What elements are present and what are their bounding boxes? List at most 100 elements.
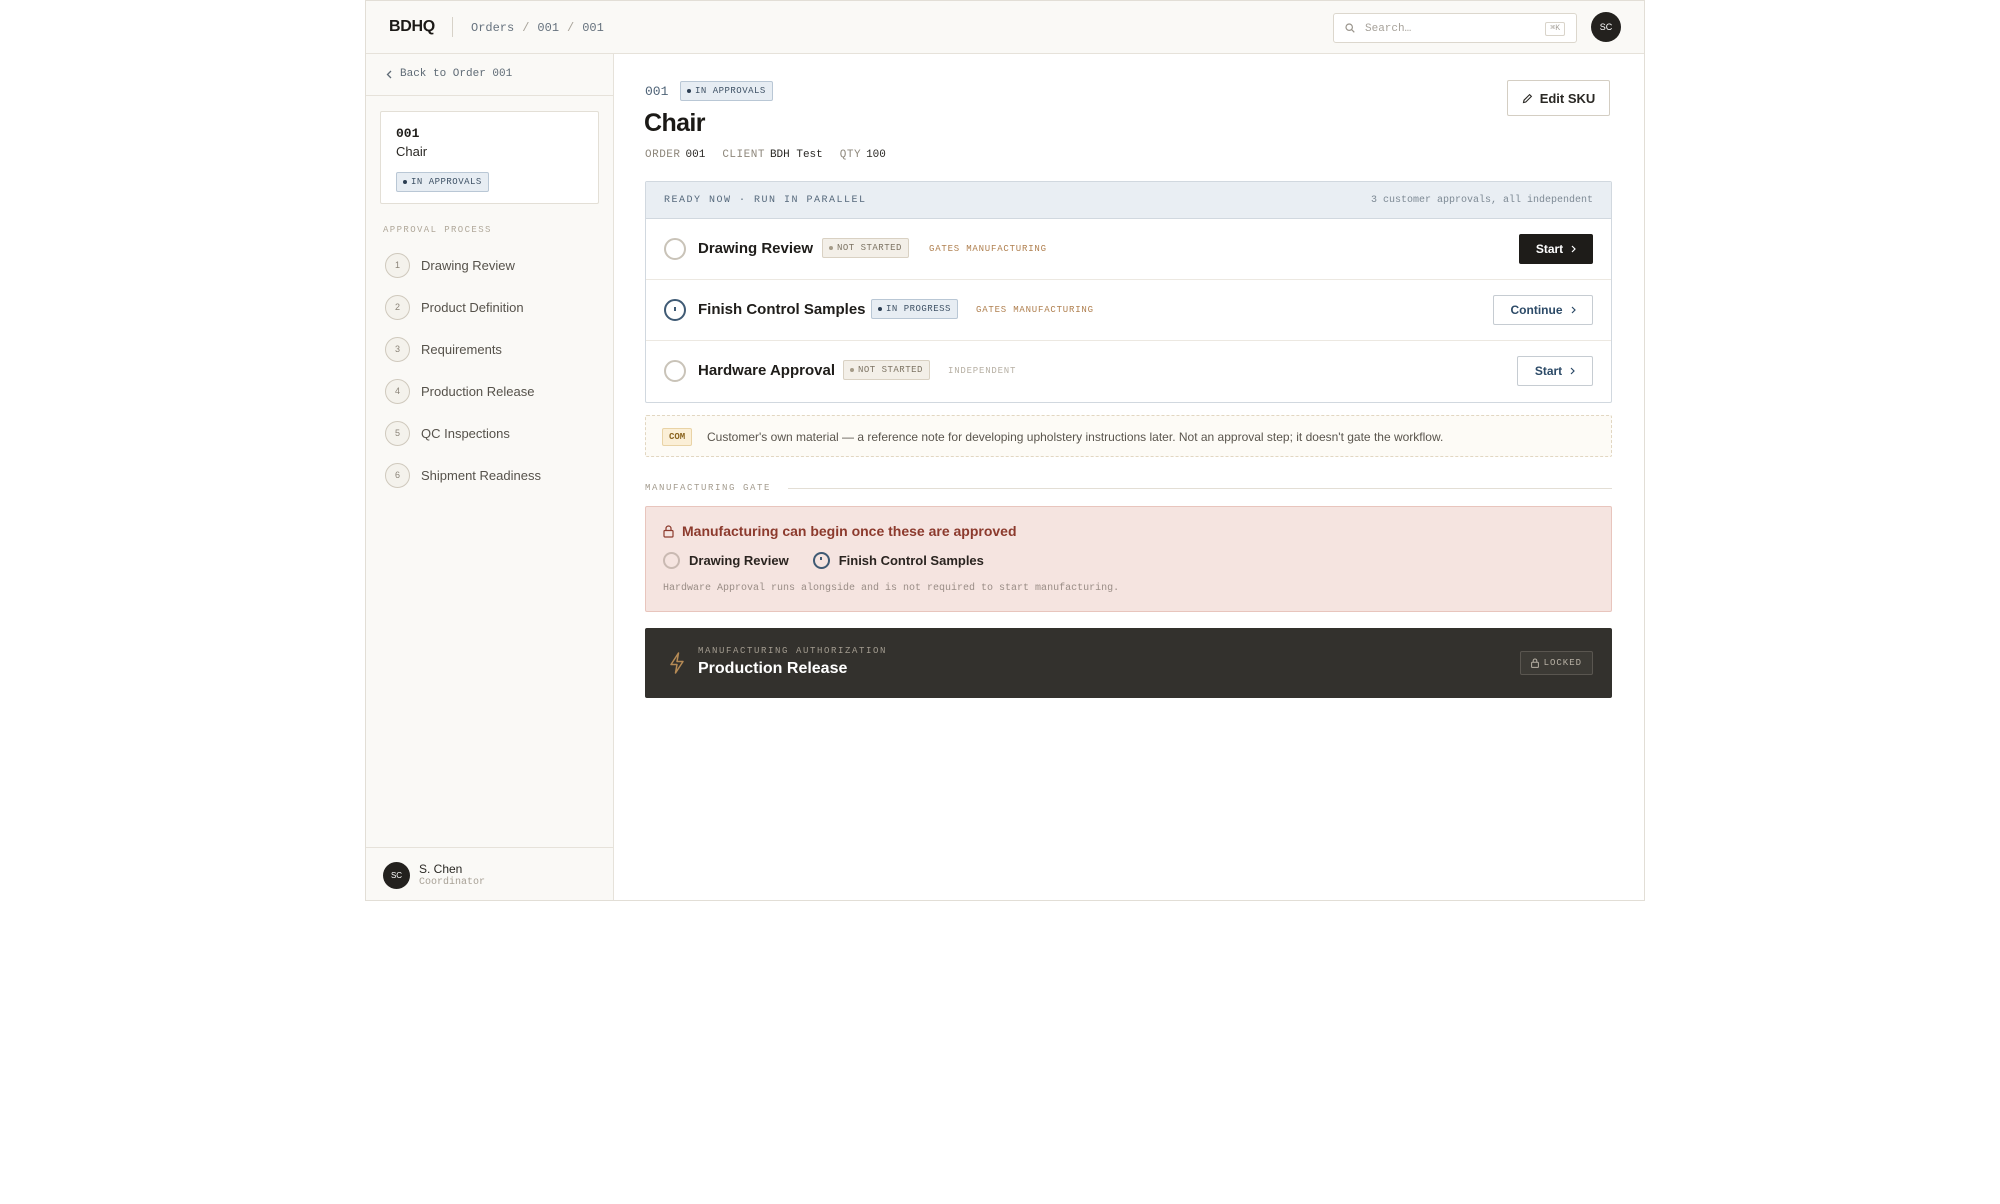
in-progress-circle-icon bbox=[812, 552, 830, 569]
manufacturing-gate-panel: Manufacturing can begin once these are a… bbox=[645, 506, 1612, 612]
user-name: S. Chen bbox=[419, 862, 463, 876]
start-label: Start bbox=[1534, 364, 1563, 378]
sku-number: 001 bbox=[645, 84, 669, 99]
sku-meta: ORDER 001 CLIENT BDH Test QTY 100 bbox=[645, 149, 898, 161]
divider bbox=[366, 95, 613, 96]
status-badge: NOT STARTED bbox=[843, 360, 930, 380]
breadcrumb-order[interactable]: 001 bbox=[537, 21, 559, 35]
step-label: QC Inspections bbox=[421, 425, 510, 441]
chevron-left-icon bbox=[386, 70, 392, 78]
approval-name: Hardware Approval bbox=[698, 362, 835, 379]
locked-badge: LOCKED bbox=[1519, 651, 1593, 675]
back-link[interactable]: Back to Order 001 bbox=[386, 68, 512, 80]
edit-sku-button[interactable]: Edit SKU bbox=[1507, 80, 1610, 116]
lock-icon bbox=[1530, 658, 1539, 668]
sidebar-item-qc-inspections[interactable]: 5 QC Inspections bbox=[385, 420, 510, 446]
sidebar-item-shipment-readiness[interactable]: 6 Shipment Readiness bbox=[385, 462, 541, 488]
gate-items: Drawing Review Finish Control Samples bbox=[663, 552, 984, 569]
gate-heading: Manufacturing can begin once these are a… bbox=[663, 523, 1017, 539]
release-subtitle: MANUFACTURING AUTHORIZATION bbox=[698, 646, 888, 656]
step-label: Product Definition bbox=[421, 299, 524, 315]
lightning-icon bbox=[670, 652, 684, 674]
meta-client-value: BDH Test bbox=[769, 149, 823, 161]
meta-qty-value: 100 bbox=[866, 149, 886, 161]
step-number: 6 bbox=[385, 462, 410, 488]
locked-label: LOCKED bbox=[1543, 658, 1582, 668]
meta-order-value: 001 bbox=[685, 149, 706, 161]
parallel-header: READY NOW · RUN IN PARALLEL 3 customer a… bbox=[646, 182, 1611, 219]
independent-tag: INDEPENDENT bbox=[948, 366, 1017, 376]
approval-name: Drawing Review bbox=[698, 240, 814, 257]
step-number: 4 bbox=[385, 378, 410, 404]
chevron-right-icon bbox=[1571, 245, 1577, 253]
sidebar: Back to Order 001 001 Chair IN APPROVALS… bbox=[366, 54, 614, 900]
status-badge: NOT STARTED bbox=[822, 238, 909, 258]
breadcrumb: Orders / 001 / 001 bbox=[471, 21, 604, 35]
status-circle-icon bbox=[663, 552, 680, 569]
sku-name: Chair bbox=[396, 144, 428, 159]
search-shortcut: ⌘K bbox=[1545, 22, 1565, 36]
gate-note: Hardware Approval runs alongside and is … bbox=[663, 583, 1120, 594]
divider bbox=[788, 488, 1612, 489]
user-avatar[interactable]: SC bbox=[383, 862, 410, 889]
chevron-right-icon bbox=[1571, 306, 1576, 314]
com-note: COM Customer's own material — a referenc… bbox=[645, 415, 1612, 457]
sidebar-item-production-release[interactable]: 4 Production Release bbox=[385, 378, 534, 404]
status-badge: IN APPROVALS bbox=[680, 81, 773, 101]
meta-qty-key: QTY bbox=[839, 149, 862, 161]
divider bbox=[366, 847, 613, 848]
step-number: 5 bbox=[385, 420, 410, 446]
step-label: Production Release bbox=[421, 383, 535, 399]
pencil-icon bbox=[1522, 93, 1532, 103]
release-title: Production Release bbox=[698, 660, 848, 677]
status-badge: IN APPROVALS bbox=[396, 172, 489, 192]
sidebar-item-product-definition[interactable]: 2 Product Definition bbox=[385, 294, 524, 320]
approval-process-title: APPROVAL PROCESS bbox=[383, 225, 492, 235]
gate-tag: GATES MANUFACTURING bbox=[929, 244, 1047, 254]
approval-row-hardware-approval[interactable]: Hardware Approval NOT STARTED INDEPENDEN… bbox=[646, 341, 1611, 402]
lock-icon bbox=[663, 524, 674, 538]
search-icon bbox=[1345, 23, 1355, 33]
status-circle-icon bbox=[664, 238, 686, 260]
user-role: Coordinator bbox=[419, 877, 486, 888]
sku-number: 001 bbox=[396, 126, 420, 141]
top-bar: BDHQ Orders / 001 / 001 Search… ⌘K SC bbox=[366, 1, 1644, 54]
meta-client-key: CLIENT bbox=[722, 149, 765, 161]
parallel-note: 3 customer approvals, all independent bbox=[1370, 195, 1593, 206]
step-label: Shipment Readiness bbox=[421, 467, 541, 483]
gate-item: Finish Control Samples bbox=[812, 552, 984, 569]
brand-logo[interactable]: BDHQ bbox=[389, 18, 435, 36]
gate-tag: GATES MANUFACTURING bbox=[976, 305, 1094, 315]
com-text: Customer's own material — a reference no… bbox=[707, 430, 1444, 444]
continue-button[interactable]: Continue bbox=[1493, 295, 1593, 325]
breadcrumb-separator: / bbox=[522, 21, 530, 35]
status-badge: IN PROGRESS bbox=[871, 299, 958, 319]
back-link-label: Back to Order 001 bbox=[400, 68, 513, 80]
breadcrumb-orders[interactable]: Orders bbox=[471, 21, 514, 35]
edit-sku-label: Edit SKU bbox=[1539, 90, 1596, 106]
start-button[interactable]: Start bbox=[1519, 234, 1593, 264]
avatar[interactable]: SC bbox=[1591, 12, 1621, 42]
page-title: Chair bbox=[644, 109, 706, 137]
search-input[interactable]: Search… ⌘K bbox=[1333, 13, 1577, 43]
brand-divider bbox=[452, 17, 453, 37]
parallel-approvals-panel: READY NOW · RUN IN PARALLEL 3 customer a… bbox=[645, 181, 1612, 403]
approval-row-drawing-review[interactable]: Drawing Review NOT STARTED GATES MANUFAC… bbox=[646, 219, 1611, 280]
breadcrumb-sku: 001 bbox=[582, 21, 604, 35]
main-content: 001 IN APPROVALS Chair ORDER 001 CLIENT … bbox=[614, 54, 1644, 900]
production-release-panel: MANUFACTURING AUTHORIZATION Production R… bbox=[645, 628, 1612, 698]
approval-row-finish-control-samples[interactable]: Finish Control Samples IN PROGRESS GATES… bbox=[646, 280, 1611, 341]
step-label: Requirements bbox=[421, 341, 502, 357]
parallel-heading: READY NOW · RUN IN PARALLEL bbox=[664, 195, 867, 206]
meta-order-key: ORDER bbox=[645, 149, 681, 161]
sidebar-item-requirements[interactable]: 3 Requirements bbox=[385, 336, 502, 362]
status-circle-icon bbox=[664, 360, 686, 382]
sidebar-item-drawing-review[interactable]: 1 Drawing Review bbox=[385, 252, 515, 278]
in-progress-circle-icon bbox=[664, 299, 686, 321]
start-button[interactable]: Start bbox=[1517, 356, 1593, 386]
start-label: Start bbox=[1535, 242, 1564, 256]
search-placeholder: Search… bbox=[1365, 23, 1412, 35]
continue-label: Continue bbox=[1510, 303, 1563, 317]
sku-card[interactable]: 001 Chair IN APPROVALS bbox=[380, 111, 599, 204]
chevron-right-icon bbox=[1570, 367, 1576, 375]
